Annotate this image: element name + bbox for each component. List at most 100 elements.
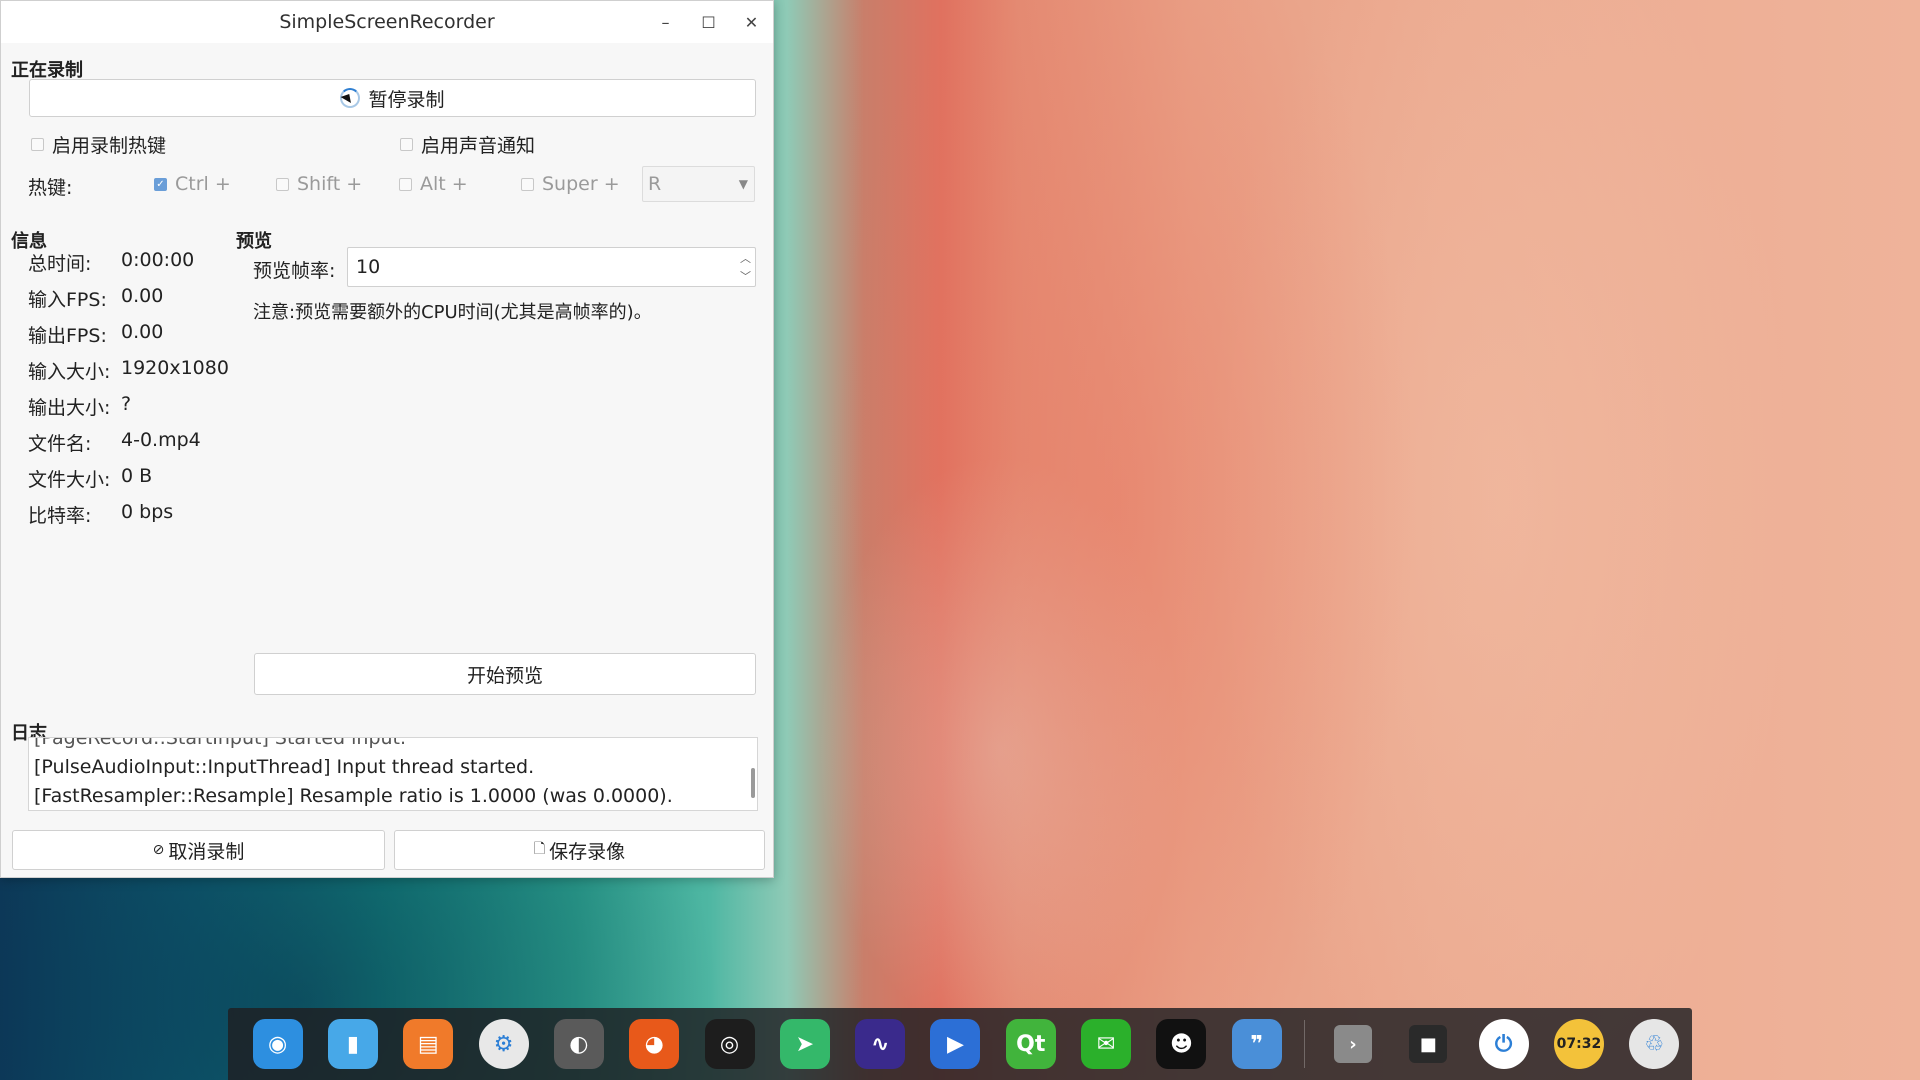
window-title: SimpleScreenRecorder	[279, 11, 495, 33]
super-modifier-checkbox[interactable]: Super +	[521, 173, 620, 195]
info-key: 输出FPS:	[28, 325, 107, 347]
dock: ◉ ▮ ▤ ⚙ ◐ ◕ ◎ ➤ ∿ ▶ Qt ✉ ☻ ❞ › ■ ⏻ 07:32 ♲	[228, 1008, 1692, 1080]
dock-item[interactable]: ✉	[1068, 1008, 1143, 1080]
dock-item[interactable]: ▮	[315, 1008, 390, 1080]
checkbox-checked-icon: ✓	[154, 177, 167, 191]
checkbox-box	[276, 177, 289, 191]
info-value: ?	[121, 393, 132, 415]
hotkey-key-value: R	[648, 173, 662, 195]
checkbox-box	[31, 138, 44, 151]
ctrl-modifier-checkbox[interactable]: ✓ Ctrl +	[154, 173, 231, 195]
dock-item[interactable]: Qt	[993, 1008, 1068, 1080]
dock-item[interactable]: ›	[1315, 1008, 1390, 1080]
info-row: 比特率: 0 bps	[28, 501, 173, 528]
info-row: 输入大小: 1920x1080	[28, 357, 229, 384]
window-controls: – ☐ ✕	[644, 1, 773, 43]
alt-modifier-checkbox[interactable]: Alt +	[399, 173, 468, 195]
info-value: 0.00	[121, 321, 164, 343]
simplescreenrecorder-window: SimpleScreenRecorder – ☐ ✕ 正在录制 暂停录制 启用录…	[0, 0, 774, 878]
qq-icon: ☻	[1156, 1019, 1207, 1069]
info-value: 0 bps	[121, 501, 174, 523]
hotkey-label: 热键:	[28, 177, 73, 199]
dock-item[interactable]: 07:32	[1541, 1008, 1616, 1080]
system-monitor-icon: ∿	[855, 1019, 906, 1069]
dock-item[interactable]: ◎	[692, 1008, 767, 1080]
title-bar[interactable]: SimpleScreenRecorder – ☐ ✕	[1, 1, 773, 43]
cancel-recording-button[interactable]: ⊘ 取消录制	[12, 830, 385, 870]
info-key: 总时间:	[28, 253, 92, 275]
wechat-icon: ✉	[1081, 1019, 1132, 1069]
close-button[interactable]: ✕	[730, 1, 773, 43]
steam-icon: ◐	[553, 1019, 604, 1069]
info-value: 0:00:00	[121, 249, 195, 271]
info-row: 输出FPS: 0.00	[28, 321, 163, 348]
info-key: 文件大小:	[28, 469, 111, 491]
dock-item[interactable]: ♲	[1617, 1008, 1692, 1080]
save-icon: 🗋	[533, 841, 546, 857]
info-row: 文件大小: 0 B	[28, 465, 152, 492]
trash-icon: ♲	[1629, 1019, 1680, 1069]
screen-recorder-icon: ■	[1409, 1025, 1448, 1063]
checkbox-box	[400, 138, 413, 151]
log-line: [PageRecord::StartInput] Started input.	[34, 737, 407, 749]
pause-recording-button[interactable]: 暂停录制	[29, 79, 756, 117]
info-key: 文件名:	[28, 433, 92, 455]
log-scrollbar[interactable]	[751, 768, 755, 798]
settings-icon: ⚙	[478, 1019, 529, 1069]
enable-hotkey-label: 启用录制热键	[52, 135, 167, 157]
dock-item[interactable]: ❞	[1219, 1008, 1294, 1080]
shift-modifier-checkbox[interactable]: Shift +	[276, 173, 362, 195]
camera-icon: ◎	[704, 1019, 755, 1069]
telegram-icon: ➤	[779, 1019, 830, 1069]
spinbox-arrows[interactable]: ︿ ﹀	[740, 250, 751, 284]
app-store-icon: ▤	[403, 1019, 454, 1069]
dock-item[interactable]: ◕	[617, 1008, 692, 1080]
enable-hotkey-checkbox[interactable]: 启用录制热键	[31, 131, 166, 158]
info-key: 输入大小:	[28, 361, 111, 383]
info-key: 输出大小:	[28, 397, 111, 419]
dock-item[interactable]: ⏻	[1466, 1008, 1541, 1080]
chevron-up-icon[interactable]: ︿	[740, 250, 751, 266]
info-row: 输出大小:?	[28, 393, 131, 420]
minimize-button[interactable]: –	[644, 1, 687, 43]
log-box[interactable]: [PageRecord::StartInput] Started input. …	[28, 737, 758, 811]
pause-recording-label: 暂停录制	[368, 88, 445, 111]
notes-icon: ❞	[1231, 1019, 1282, 1069]
maximize-button[interactable]: ☐	[687, 1, 730, 43]
info-value: 0.00	[121, 285, 164, 307]
dock-item[interactable]: ◐	[541, 1008, 616, 1080]
dock-item[interactable]: ⚙	[466, 1008, 541, 1080]
enable-sound-label: 启用声音通知	[421, 135, 536, 157]
info-key: 比特率:	[28, 505, 92, 527]
dock-item[interactable]: ➤	[767, 1008, 842, 1080]
dock-item[interactable]: ∿	[843, 1008, 918, 1080]
dock-item[interactable]: ▤	[391, 1008, 466, 1080]
save-recording-button[interactable]: 🗋 保存录像	[394, 830, 765, 870]
preview-section-title: 预览	[236, 231, 272, 252]
chevron-down-icon[interactable]: ﹀	[740, 268, 751, 284]
show-desktop-icon: ›	[1333, 1025, 1372, 1063]
save-recording-label: 保存录像	[549, 840, 626, 863]
video-editor-icon: ▶	[930, 1019, 981, 1069]
start-preview-button[interactable]: 开始预览	[254, 653, 756, 695]
info-value: 1920x1080	[121, 357, 229, 379]
info-row: 输入FPS: 0.00	[28, 285, 163, 312]
dock-item[interactable]: ▶	[918, 1008, 993, 1080]
cancel-icon: ⊘	[152, 842, 165, 858]
info-value: 0 B	[121, 465, 153, 487]
clock-icon: 07:32	[1553, 1019, 1604, 1069]
dock-item[interactable]: ◉	[240, 1008, 315, 1080]
alt-label: Alt +	[420, 173, 468, 195]
cancel-recording-label: 取消录制	[168, 840, 245, 863]
preview-fps-spinbox[interactable]: 10 ︿ ﹀	[347, 247, 756, 287]
preview-note: 注意:预览需要额外的CPU时间(尤其是高帧率的)。	[253, 302, 652, 323]
dock-separator	[1304, 1020, 1306, 1068]
info-key: 输入FPS:	[28, 289, 107, 311]
power-icon: ⏻	[1478, 1019, 1529, 1069]
super-label: Super +	[542, 173, 620, 195]
file-manager-icon: ▮	[327, 1019, 378, 1069]
dock-item[interactable]: ☻	[1144, 1008, 1219, 1080]
enable-sound-checkbox[interactable]: 启用声音通知	[400, 131, 535, 158]
hotkey-key-select[interactable]: R ▼	[642, 166, 755, 202]
dock-item[interactable]: ■	[1391, 1008, 1466, 1080]
